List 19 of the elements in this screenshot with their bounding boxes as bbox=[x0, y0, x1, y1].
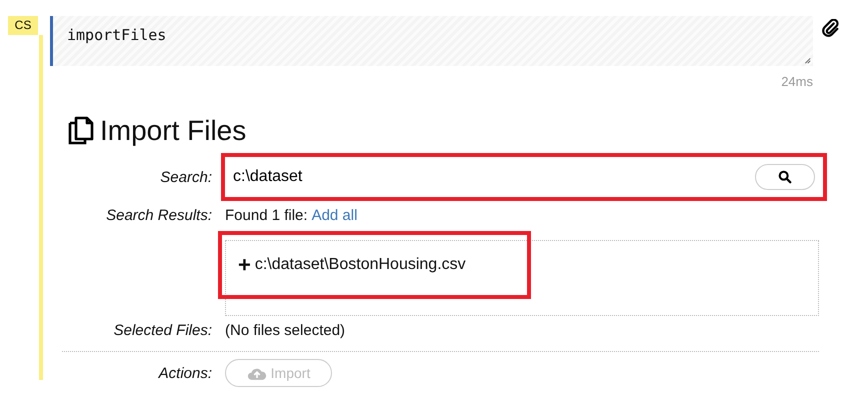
paperclip-icon[interactable] bbox=[822, 19, 840, 37]
cell-badge: CS bbox=[8, 16, 38, 35]
file-path[interactable]: c:\dataset\BostonHousing.csv bbox=[254, 256, 466, 274]
copy-icon bbox=[68, 116, 94, 146]
selected-files-text: (No files selected) bbox=[225, 322, 346, 339]
result-summary: Found 1 file: bbox=[225, 207, 308, 224]
add-all-link[interactable]: Add all bbox=[312, 207, 358, 224]
code-editor[interactable]: importFiles bbox=[50, 16, 813, 66]
field-label: Search Results: bbox=[105, 206, 212, 226]
resize-handle-icon[interactable] bbox=[803, 56, 811, 64]
execution-time: 24ms bbox=[780, 74, 813, 89]
search-field[interactable]: c:\dataset bbox=[233, 168, 755, 186]
field-label: Search: bbox=[159, 168, 212, 188]
field-label: Selected Files: bbox=[112, 321, 212, 341]
search-button[interactable] bbox=[755, 164, 815, 190]
search-icon bbox=[778, 170, 792, 184]
field-label: Actions: bbox=[157, 364, 212, 384]
section-title: Import Files bbox=[100, 115, 246, 147]
add-icon[interactable]: + bbox=[238, 255, 251, 275]
